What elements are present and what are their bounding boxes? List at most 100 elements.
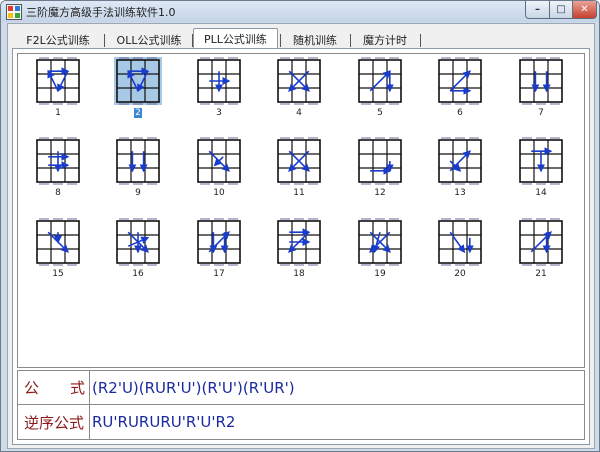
pll-diagram-icon — [519, 57, 563, 105]
pll-case-number: 8 — [55, 188, 61, 198]
pll-diagram-icon — [519, 137, 563, 185]
tab-random[interactable]: 随机训练 — [282, 31, 348, 48]
pll-case-number: 19 — [374, 269, 386, 279]
pll-case-cell[interactable] — [114, 137, 162, 185]
pll-case-cell[interactable] — [517, 218, 565, 266]
pll-case-cell[interactable] — [34, 57, 82, 105]
pll-diagram-icon — [277, 57, 321, 105]
pll-case-label: 2 — [114, 108, 162, 119]
inverse-label: 逆序公式 — [18, 405, 90, 439]
pll-diagram-icon — [358, 137, 402, 185]
pll-case-cell[interactable] — [195, 218, 243, 266]
pll-case-number: 10 — [213, 188, 225, 198]
pll-case-cell[interactable] — [275, 218, 323, 266]
pll-case-cell[interactable] — [195, 137, 243, 185]
pll-case-number: 15 — [52, 269, 64, 279]
pll-case-number: 21 — [535, 269, 547, 279]
inverse-row: 逆序公式 RU'RURURU'R'U'R2 — [18, 405, 584, 439]
pll-case-cell[interactable] — [356, 137, 404, 185]
pll-case-label: 6 — [436, 108, 484, 119]
pll-case-cell[interactable] — [275, 57, 323, 105]
pll-diagram-icon — [438, 137, 482, 185]
pll-case-cell[interactable] — [436, 137, 484, 185]
pll-case-number: 3 — [216, 108, 222, 118]
pll-diagram-icon — [358, 57, 402, 105]
window-title: 三阶魔方高级手法训练软件1.0 — [26, 6, 176, 19]
pll-case-label: 17 — [195, 269, 243, 280]
pll-diagram-icon — [438, 57, 482, 105]
pll-case-label: 18 — [275, 269, 323, 280]
pll-case-cell[interactable] — [34, 218, 82, 266]
pll-diagram-icon — [197, 57, 241, 105]
tab-separator — [350, 34, 351, 47]
pll-case-cell[interactable] — [517, 137, 565, 185]
pll-diagram-icon — [197, 137, 241, 185]
pll-diagram-icon — [358, 218, 402, 266]
pll-case-number: 6 — [457, 108, 463, 118]
app-grid-icon — [6, 4, 22, 20]
pll-diagram-icon — [36, 218, 80, 266]
formula-box: 公 式 (R2'U)(RUR'U')(R'U')(R'UR') 逆序公式 RU'… — [17, 370, 585, 440]
formula-label-left: 公 — [24, 379, 40, 397]
title-bar[interactable]: 三阶魔方高级手法训练软件1.0 – □ ✕ — [1, 1, 599, 22]
pll-case-number: 7 — [538, 108, 544, 118]
pll-case-label: 14 — [517, 188, 565, 199]
tab-pll[interactable]: PLL公式训练 — [193, 28, 278, 49]
pll-diagram-icon — [116, 218, 160, 266]
pll-case-label: 12 — [356, 188, 404, 199]
tab-separator — [104, 34, 105, 47]
pll-case-label: 19 — [356, 269, 404, 280]
pll-case-label: 20 — [436, 269, 484, 280]
pll-case-cell[interactable] — [517, 57, 565, 105]
pll-case-label: 15 — [34, 269, 82, 280]
tab-oll[interactable]: OLL公式训练 — [106, 31, 192, 48]
pll-case-cell[interactable] — [436, 57, 484, 105]
pll-case-number: 14 — [535, 188, 547, 198]
pll-case-number: 20 — [454, 269, 466, 279]
pll-case-label: 10 — [195, 188, 243, 199]
pll-case-number: 4 — [296, 108, 302, 118]
pll-case-number: 16 — [132, 269, 144, 279]
close-button[interactable]: ✕ — [573, 1, 597, 19]
pll-case-cell[interactable] — [114, 57, 162, 105]
formula-value: (R2'U)(RUR'U')(R'U')(R'UR') — [92, 378, 295, 397]
pll-case-label: 4 — [275, 108, 323, 119]
formula-row: 公 式 (R2'U)(RUR'U')(R'U')(R'UR') — [18, 371, 584, 405]
formula-label-right: 式 — [69, 379, 85, 397]
tab-separator — [280, 34, 281, 47]
tab-f2l[interactable]: F2L公式训练 — [14, 31, 102, 48]
pll-panel: 1 2 3 4 5 6 7 8 9 10 11 12 13 14 15 16 17 18 19 20 21 公 式 (R… — [12, 48, 590, 445]
pll-case-number: 17 — [213, 269, 225, 279]
pll-diagram-icon — [36, 57, 80, 105]
pll-case-cell[interactable] — [275, 137, 323, 185]
pll-case-cell[interactable] — [34, 137, 82, 185]
pll-case-cell[interactable] — [356, 57, 404, 105]
tab-timer[interactable]: 魔方计时 — [352, 31, 418, 48]
pll-diagram-icon — [116, 57, 160, 105]
pll-case-cell[interactable] — [436, 218, 484, 266]
pll-case-label: 11 — [275, 188, 323, 199]
pll-diagram-icon — [116, 137, 160, 185]
pll-case-label: 3 — [195, 108, 243, 119]
pll-case-label: 21 — [517, 269, 565, 280]
pll-case-label: 1 — [34, 108, 82, 119]
pll-case-grid: 1 2 3 4 5 6 7 8 9 10 11 12 13 14 15 16 17 18 19 20 21 — [17, 53, 585, 368]
pll-case-cell[interactable] — [356, 218, 404, 266]
pll-diagram-icon — [36, 137, 80, 185]
pll-case-label: 9 — [114, 188, 162, 199]
inverse-value: RU'RURURU'R'U'R2 — [92, 413, 236, 431]
tab-separator — [420, 34, 421, 47]
minimize-button[interactable]: – — [525, 1, 550, 19]
app-window: 三阶魔方高级手法训练软件1.0 – □ ✕ F2L公式训练 OLL公式训练 PL… — [0, 0, 600, 452]
pll-case-label: 13 — [436, 188, 484, 199]
pll-case-number: 2 — [134, 108, 142, 118]
pll-case-number: 18 — [293, 269, 305, 279]
pll-case-cell[interactable] — [114, 218, 162, 266]
pll-diagram-icon — [197, 218, 241, 266]
pll-case-number: 11 — [293, 188, 305, 198]
client-area: F2L公式训练 OLL公式训练 PLL公式训练 随机训练 魔方计时 123456… — [7, 23, 595, 449]
pll-case-cell[interactable] — [195, 57, 243, 105]
tab-strip: F2L公式训练 OLL公式训练 PLL公式训练 随机训练 魔方计时 — [12, 28, 432, 49]
maximize-button[interactable]: □ — [550, 1, 573, 19]
pll-case-label: 7 — [517, 108, 565, 119]
